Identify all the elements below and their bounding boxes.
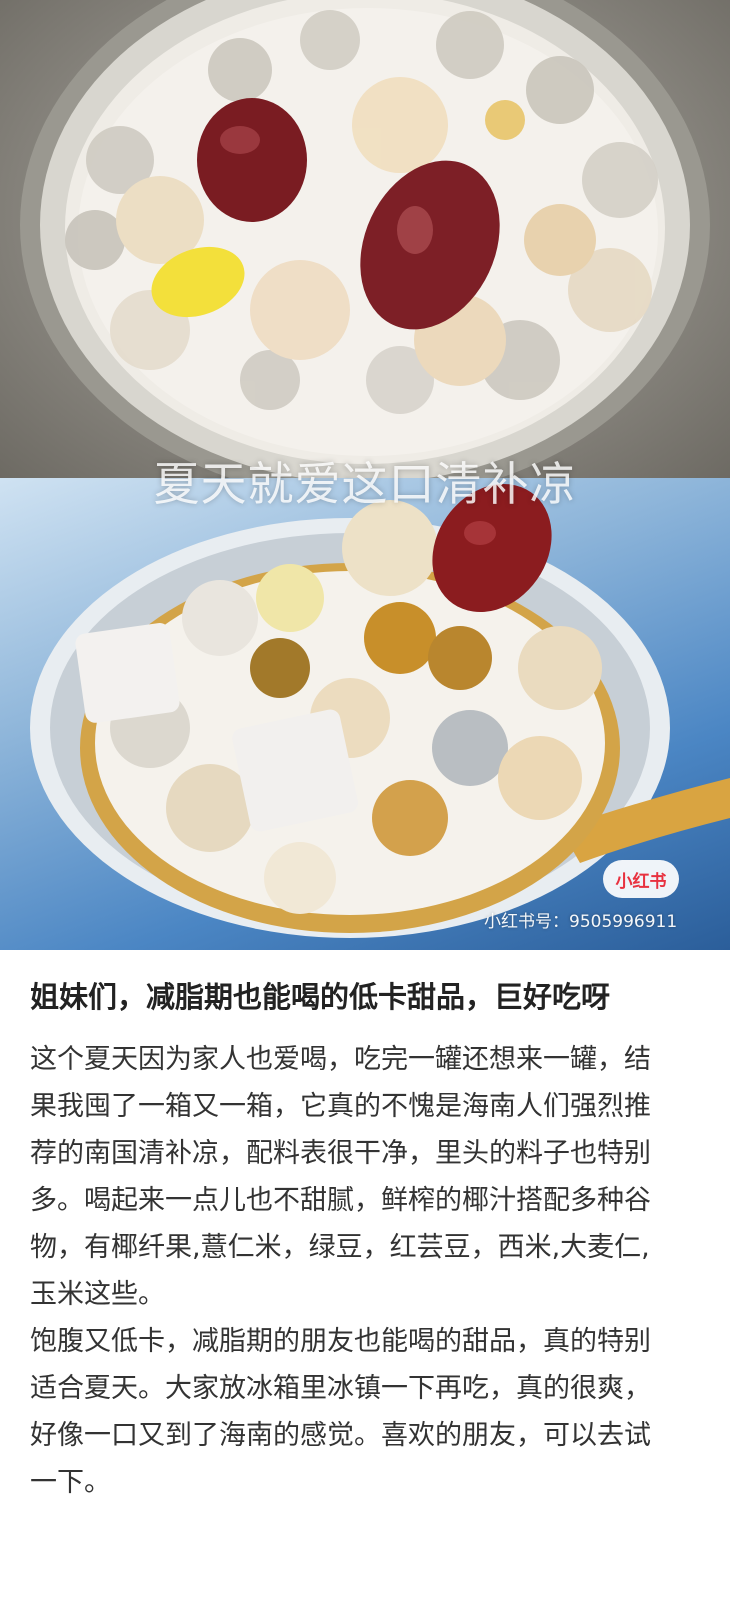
- post-page: 夏天就爱这口清补凉 小红书 小红书号：9505996911 姐妹们，减脂期也能喝…: [0, 0, 730, 1603]
- post-paragraph-1: 这个夏天因为家人也爱喝，吃完一罐还想来一罐，结果我囤了一箱又一箱，它真的不愧是海…: [30, 1044, 651, 1310]
- dessert-can-photo-top[interactable]: [0, 0, 730, 478]
- watermark-account-id: 小红书号：9505996911: [484, 912, 678, 932]
- post-title: 姐妹们，减脂期也能喝的低卡甜品，巨好吃呀: [30, 980, 611, 1014]
- photo-overlay-caption: 夏天就爱这口清补凉: [153, 457, 577, 511]
- post-content: 姐妹们，减脂期也能喝的低卡甜品，巨好吃呀 这个夏天因为家人也爱喝，吃完一罐还想来…: [30, 972, 670, 1506]
- post-paragraph-2: 饱腹又低卡，减脂期的朋友也能喝的甜品，真的特别适合夏天。大家放冰箱里冰镇一下再吃…: [30, 1326, 651, 1498]
- can-illustration-top: [20, 0, 710, 478]
- xiaohongshu-logo-badge: 小红书: [603, 860, 679, 898]
- post-body: 这个夏天因为家人也爱喝，吃完一罐还想来一罐，结果我囤了一箱又一箱，它真的不愧是海…: [30, 1036, 670, 1506]
